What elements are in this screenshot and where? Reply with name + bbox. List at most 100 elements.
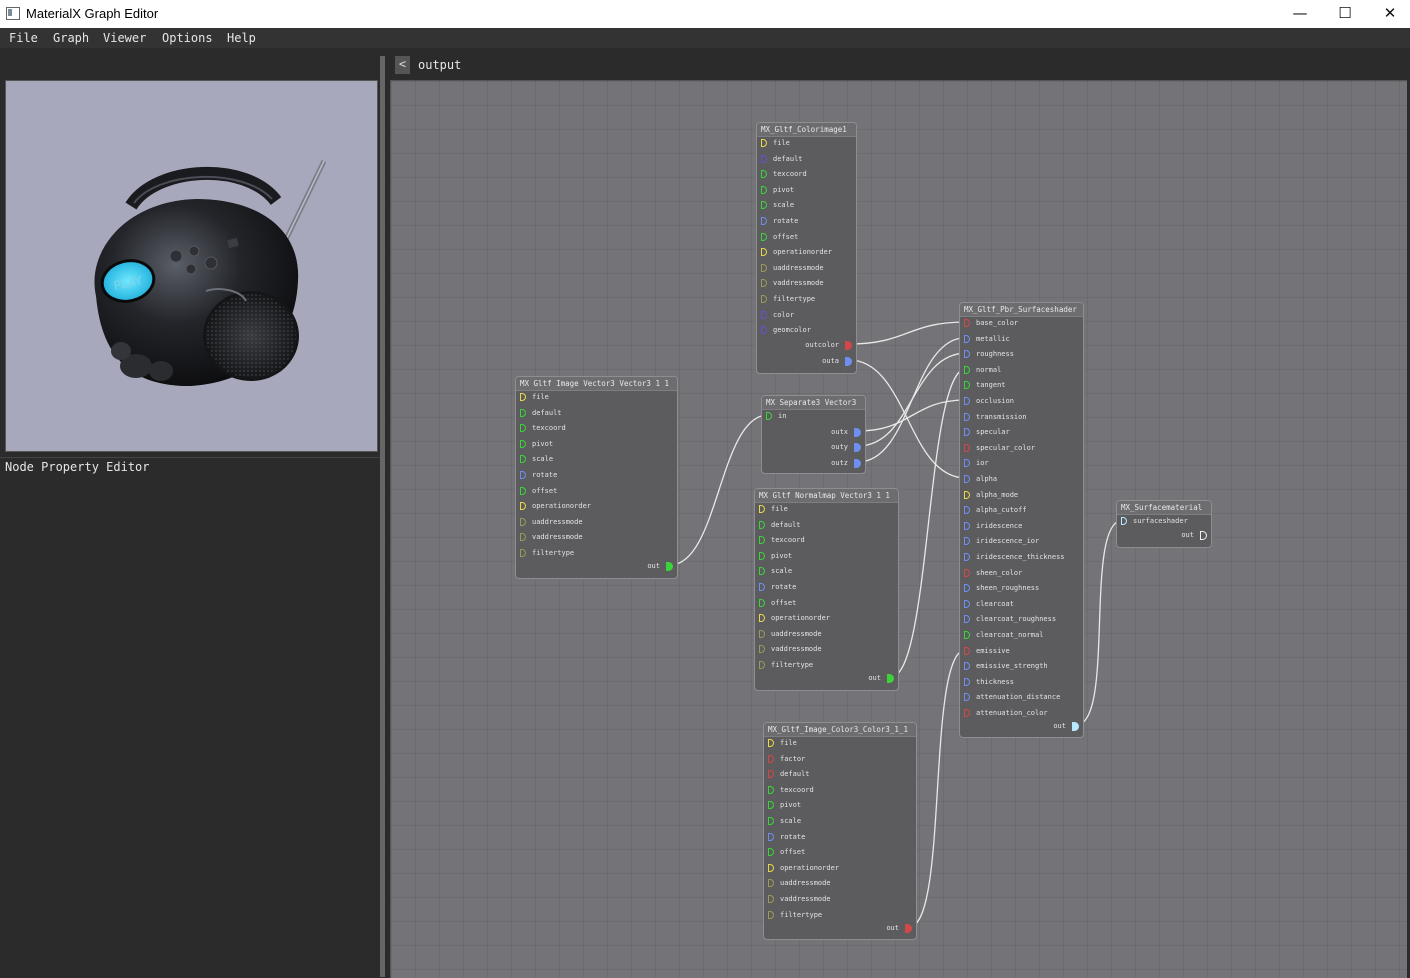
pin-connector-icon[interactable] (761, 185, 767, 194)
pin-connector-icon[interactable] (964, 709, 970, 717)
pin-connector-icon[interactable] (964, 459, 970, 468)
graph-canvas[interactable]: MX_Gltf_Colorimage1 file default texcoord pi… (390, 80, 1407, 978)
input-pin-file[interactable]: file (520, 391, 549, 403)
node-normalmap[interactable]: MX Gltf Normalmap Vector3 1 1 file default… (754, 488, 899, 691)
input-pin-specular[interactable]: specular (964, 426, 1010, 438)
input-pin-offset[interactable]: offset (759, 597, 796, 609)
input-pin-default[interactable]: default (761, 153, 803, 165)
pin-connector-icon[interactable] (768, 801, 774, 810)
pin-connector-icon[interactable] (761, 201, 767, 210)
back-button[interactable]: < (395, 56, 410, 74)
pin-connector-icon[interactable] (845, 340, 852, 350)
input-pin-specular-color[interactable]: specular_color (964, 442, 1035, 454)
input-pin-pivot[interactable]: pivot (768, 799, 801, 811)
connection-wire[interactable] (908, 648, 967, 928)
pin-connector-icon[interactable] (964, 428, 970, 437)
pin-connector-icon[interactable] (964, 631, 970, 639)
pin-connector-icon[interactable] (766, 412, 772, 420)
pin-connector-icon[interactable] (964, 521, 970, 530)
pin-connector-icon[interactable] (768, 785, 774, 794)
pin-connector-icon[interactable] (759, 598, 765, 607)
input-pin-surfaceshader[interactable]: surfaceshader (1121, 515, 1188, 527)
splitter-handle[interactable] (380, 56, 385, 977)
output-pin-out[interactable]: out (1053, 720, 1079, 732)
pin-connector-icon[interactable] (964, 584, 970, 593)
pin-connector-icon[interactable] (768, 848, 774, 857)
connection-wire[interactable] (848, 321, 967, 345)
input-pin-filtertype[interactable]: filtertype (761, 293, 815, 305)
pin-connector-icon[interactable] (964, 319, 970, 327)
node-image-color3[interactable]: MX_Gltf_Image_Color3_Color3_1_1 file facto… (763, 722, 917, 940)
input-pin-clearcoat[interactable]: clearcoat (964, 598, 1014, 610)
pin-connector-icon[interactable] (759, 583, 765, 591)
input-pin-default[interactable]: default (520, 407, 562, 419)
input-pin-geomcolor[interactable]: geomcolor (761, 324, 811, 336)
input-pin-pivot[interactable]: pivot (759, 550, 792, 562)
pin-connector-icon[interactable] (759, 661, 765, 669)
output-pin-outcolor[interactable]: outcolor (805, 339, 852, 351)
input-pin-vaddressmode[interactable]: vaddressmode (768, 893, 831, 905)
pin-connector-icon[interactable] (759, 505, 765, 513)
input-pin-emissive-strength[interactable]: emissive_strength (964, 660, 1048, 672)
pin-connector-icon[interactable] (964, 646, 970, 655)
pin-connector-icon[interactable] (520, 424, 526, 433)
pin-connector-icon[interactable] (854, 442, 861, 452)
input-pin-alpha[interactable]: alpha (964, 473, 997, 485)
input-pin-operationorder[interactable]: operationorder (768, 862, 839, 874)
pin-connector-icon[interactable] (520, 486, 526, 495)
pin-connector-icon[interactable] (964, 693, 970, 702)
input-pin-texcoord[interactable]: texcoord (761, 168, 807, 180)
input-pin-scale[interactable]: scale (761, 199, 794, 211)
pin-connector-icon[interactable] (761, 232, 767, 241)
input-pin-filtertype[interactable]: filtertype (759, 659, 813, 671)
pin-connector-icon[interactable] (761, 139, 767, 147)
input-pin-normal[interactable]: normal (964, 364, 1001, 376)
input-pin-offset[interactable]: offset (768, 846, 805, 858)
input-pin-factor[interactable]: factor (768, 753, 805, 765)
pin-connector-icon[interactable] (854, 458, 861, 468)
pin-connector-icon[interactable] (761, 326, 767, 335)
output-pin-outz[interactable]: outz (831, 457, 861, 469)
pin-connector-icon[interactable] (761, 248, 767, 257)
input-pin-file[interactable]: file (759, 503, 788, 515)
pin-connector-icon[interactable] (964, 475, 970, 483)
pin-connector-icon[interactable] (964, 553, 970, 561)
input-pin-sheen-roughness[interactable]: sheen_roughness (964, 582, 1039, 594)
input-pin-emissive[interactable]: emissive (964, 645, 1010, 657)
pin-connector-icon[interactable] (768, 739, 774, 747)
pin-connector-icon[interactable] (759, 551, 765, 560)
pin-connector-icon[interactable] (768, 832, 774, 841)
input-pin-offset[interactable]: offset (761, 231, 798, 243)
input-pin-vaddressmode[interactable]: vaddressmode (759, 643, 822, 655)
pin-connector-icon[interactable] (768, 910, 774, 919)
pin-connector-icon[interactable] (768, 754, 774, 763)
pin-connector-icon[interactable] (854, 427, 861, 437)
pin-connector-icon[interactable] (761, 310, 767, 319)
output-pin-out[interactable]: out (1181, 529, 1207, 541)
output-pin-outy[interactable]: outy (831, 441, 861, 453)
input-pin-roughness[interactable]: roughness (964, 348, 1014, 360)
input-pin-vaddressmode[interactable]: vaddressmode (520, 531, 583, 543)
pin-connector-icon[interactable] (964, 506, 970, 515)
input-pin-transmission[interactable]: transmission (964, 411, 1027, 423)
menu-viewer[interactable]: Viewer (103, 31, 146, 45)
pin-connector-icon[interactable] (761, 263, 767, 272)
pin-connector-icon[interactable] (520, 517, 526, 526)
input-pin-clearcoat-roughness[interactable]: clearcoat_roughness (964, 613, 1056, 625)
pin-connector-icon[interactable] (759, 614, 765, 623)
close-button[interactable]: ✕ (1367, 0, 1410, 28)
pin-connector-icon[interactable] (768, 895, 774, 903)
pin-connector-icon[interactable] (964, 662, 970, 671)
pin-connector-icon[interactable] (761, 279, 767, 288)
input-pin-default[interactable]: default (768, 768, 810, 780)
input-pin-filtertype[interactable]: filtertype (520, 547, 574, 559)
menu-options[interactable]: Options (162, 31, 213, 45)
output-pin-out[interactable]: out (647, 560, 673, 572)
node-pbr[interactable]: MX_Gltf_Pbr_Surfaceshader base_color metal… (959, 302, 1084, 738)
input-pin-alpha-mode[interactable]: alpha_mode (964, 489, 1018, 501)
input-pin-uaddressmode[interactable]: uaddressmode (768, 877, 831, 889)
pin-connector-icon[interactable] (768, 817, 774, 825)
input-pin-uaddressmode[interactable]: uaddressmode (761, 262, 824, 274)
pin-connector-icon[interactable] (845, 356, 852, 366)
pin-connector-icon[interactable] (768, 863, 774, 872)
